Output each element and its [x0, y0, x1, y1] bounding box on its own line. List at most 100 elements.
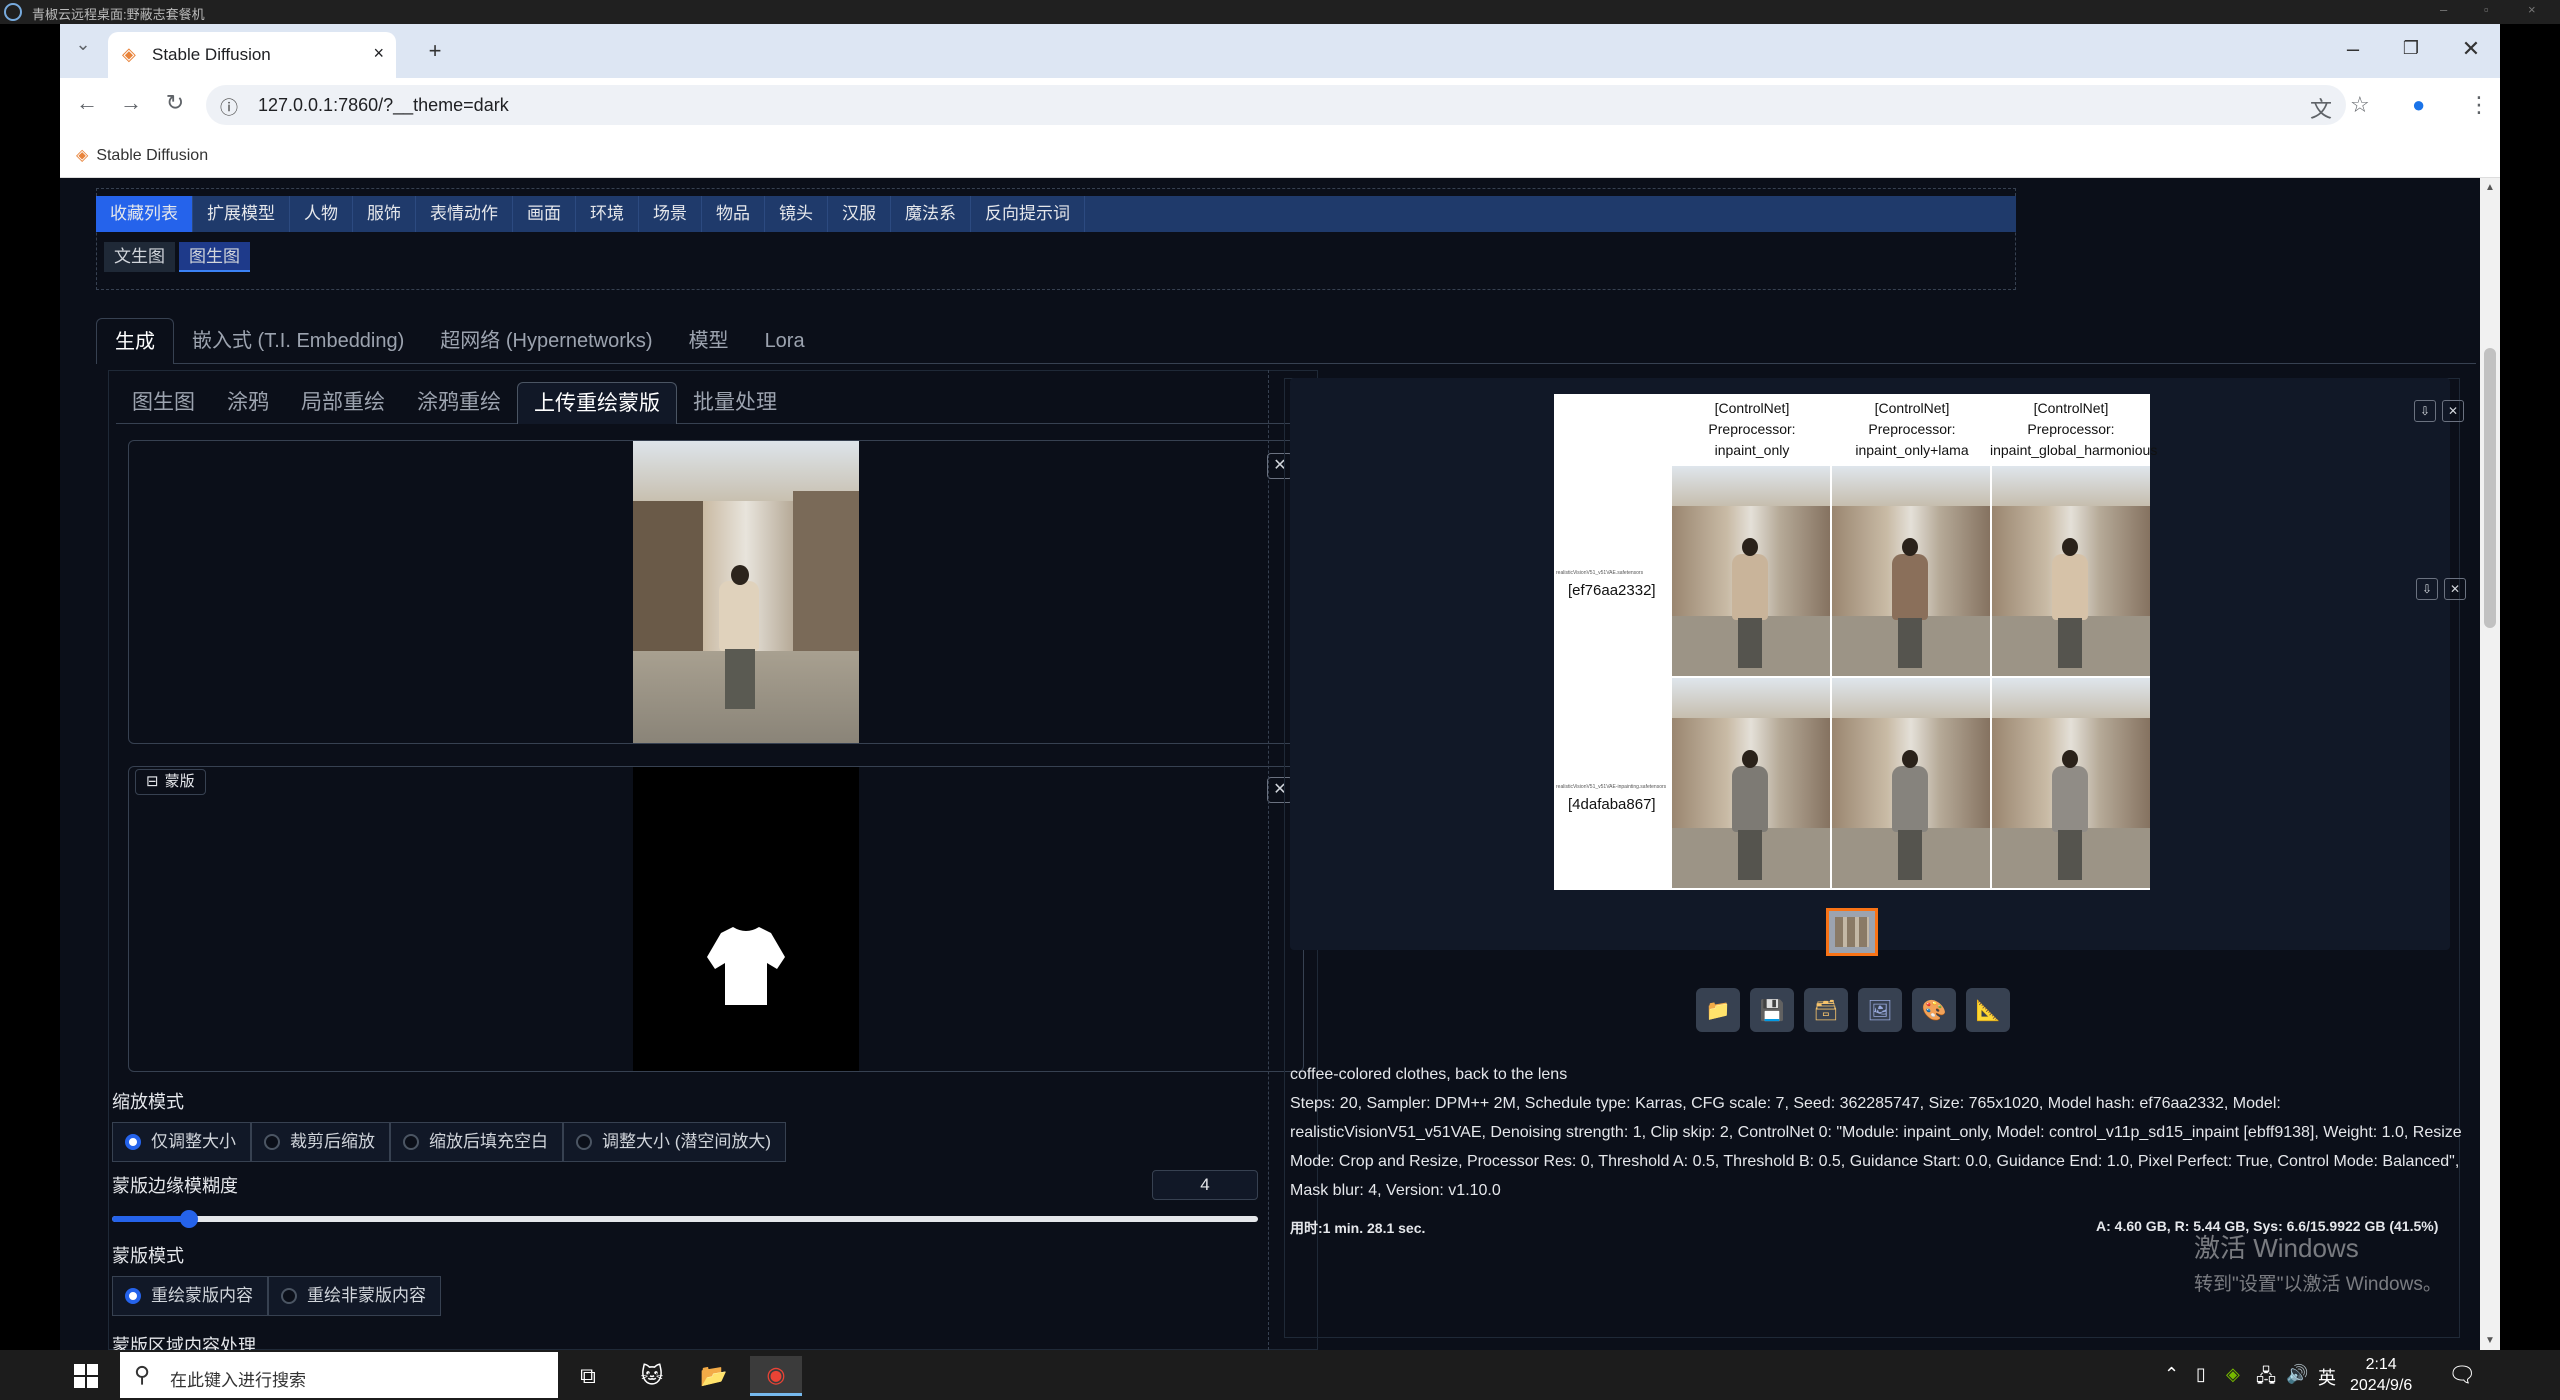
- mask-mode-option[interactable]: 重绘非蒙版内容: [268, 1276, 441, 1316]
- rd-restore-icon[interactable]: ▫: [2484, 2, 2489, 17]
- send-to-extras-icon[interactable]: 📐: [1966, 988, 2010, 1032]
- network-icon[interactable]: 🖧: [2256, 1364, 2276, 1394]
- tab-img2img[interactable]: 图生图: [116, 382, 211, 424]
- mask-blur-slider-handle[interactable]: [180, 1210, 198, 1228]
- source-image-dropzone[interactable]: ✕: [128, 440, 1304, 744]
- fav-tab[interactable]: 服饰: [353, 196, 416, 232]
- gallery-download-icon[interactable]: ⇩: [2414, 400, 2436, 422]
- tab-inpaint[interactable]: 局部重绘: [285, 382, 401, 424]
- file-explorer-icon[interactable]: 📂: [688, 1356, 740, 1396]
- site-info-icon[interactable]: ⓘ: [220, 94, 238, 120]
- tab-inpaint-sketch[interactable]: 涂鸦重绘: [401, 382, 517, 424]
- tab-checkpoints[interactable]: 模型: [671, 318, 747, 364]
- mask-blur-slider-fill: [112, 1216, 188, 1222]
- resize-option[interactable]: 缩放后填充空白: [390, 1122, 563, 1162]
- fav-tab[interactable]: 画面: [513, 196, 576, 232]
- tab-batch[interactable]: 批量处理: [677, 382, 793, 424]
- page-scrollbar[interactable]: ▲ ▼: [2480, 178, 2500, 1350]
- new-tab-button[interactable]: +: [420, 38, 450, 64]
- save-icon[interactable]: 💾: [1750, 988, 1794, 1032]
- scroll-down-icon[interactable]: ▼: [2485, 1335, 2495, 1346]
- fav-tab[interactable]: 魔法系: [891, 196, 971, 232]
- fav-tab[interactable]: 环境: [576, 196, 639, 232]
- fav-tab[interactable]: 物品: [702, 196, 765, 232]
- fav-tab[interactable]: 表情动作: [416, 196, 513, 232]
- app-pet-icon[interactable]: 🐱: [626, 1356, 678, 1396]
- gallery-close-icon[interactable]: ✕: [2442, 400, 2464, 422]
- browser-tab-strip: ⌄ ◈ Stable Diffusion × + – ❐ ✕: [60, 24, 2500, 78]
- tab-hypernetworks[interactable]: 超网络 (Hypernetworks): [422, 318, 670, 364]
- download-icon[interactable]: ⇩: [2416, 578, 2438, 600]
- mask-dropzone[interactable]: ⊟ 蒙版 ✕: [128, 766, 1304, 1072]
- translate-icon[interactable]: 文: [2310, 92, 2332, 124]
- browser-tab[interactable]: ◈ Stable Diffusion ×: [108, 32, 396, 78]
- resize-option[interactable]: 裁剪后缩放: [251, 1122, 390, 1162]
- windows-start-icon[interactable]: [74, 1364, 98, 1388]
- send-to-img2img-icon[interactable]: 🖼: [1858, 988, 1902, 1032]
- back-icon[interactable]: ←: [72, 90, 102, 116]
- taskbar-search[interactable]: ⚲ 在此键入进行搜索: [120, 1352, 558, 1398]
- fav-tab[interactable]: 收藏列表: [96, 196, 193, 232]
- scrollbar-thumb[interactable]: [2484, 348, 2496, 628]
- task-view-icon[interactable]: ⧉: [562, 1356, 614, 1396]
- mask-blur-slider-track[interactable]: [112, 1216, 1258, 1222]
- chrome-menu-icon[interactable]: ⋮: [2468, 92, 2490, 118]
- tab-sketch[interactable]: 涂鸦: [211, 382, 285, 424]
- resize-option[interactable]: 仅调整大小: [112, 1122, 251, 1162]
- forward-icon[interactable]: →: [116, 90, 146, 116]
- tab-embedding[interactable]: 嵌入式 (T.I. Embedding): [174, 318, 422, 364]
- close-window-icon[interactable]: ✕: [2456, 36, 2486, 62]
- taskbar-clock[interactable]: 2:14 2024/9/6: [2350, 1354, 2412, 1396]
- fav-tab[interactable]: 反向提示词: [971, 196, 1085, 232]
- resize-option[interactable]: 调整大小 (潜空间放大): [563, 1122, 787, 1162]
- tab-search-icon[interactable]: ⌄: [68, 34, 98, 55]
- folder-icon[interactable]: 📁: [1696, 988, 1740, 1032]
- gallery-thumbnail[interactable]: [1826, 908, 1878, 956]
- tab-lora[interactable]: Lora: [747, 318, 823, 364]
- mask-label-badge: ⊟ 蒙版: [135, 769, 206, 795]
- grid-row-tiny-label: realisticVisionV51_v51VAE.safetensors: [1556, 570, 1644, 576]
- caption-prompt: coffee-colored clothes, back to the lens: [1290, 1066, 1568, 1083]
- volume-icon[interactable]: 🔊: [2286, 1364, 2308, 1385]
- subtab-img2img[interactable]: 图生图: [179, 242, 250, 272]
- nvidia-icon[interactable]: ◈: [2226, 1364, 2240, 1385]
- img2img-mode-tabs: 图生图 涂鸦 局部重绘 涂鸦重绘 上传重绘蒙版 批量处理: [116, 382, 1316, 424]
- bookmark-stable-diffusion[interactable]: ◈ Stable Diffusion: [76, 145, 208, 165]
- url-text[interactable]: 127.0.0.1:7860/?__theme=dark: [258, 95, 509, 116]
- fav-tab[interactable]: 汉服: [828, 196, 891, 232]
- mask-blur-number-input[interactable]: 4: [1152, 1170, 1258, 1200]
- grid-row-label: [4dafaba867]: [1568, 796, 1656, 813]
- scroll-up-icon[interactable]: ▲: [2485, 182, 2495, 193]
- ime-indicator[interactable]: 英: [2318, 1364, 2336, 1390]
- fav-tab[interactable]: 扩展模型: [193, 196, 290, 232]
- watermark-line2: 转到"设置"以激活 Windows。: [2194, 1274, 2442, 1295]
- grid-cell-image: [1832, 678, 1990, 888]
- reload-icon[interactable]: ↻: [160, 90, 190, 116]
- fav-tab[interactable]: 人物: [290, 196, 353, 232]
- watermark-line1: 激活 Windows: [2194, 1233, 2359, 1263]
- send-to-inpaint-icon[interactable]: 🎨: [1912, 988, 1956, 1032]
- tab-inpaint-upload[interactable]: 上传重绘蒙版: [517, 382, 677, 424]
- rd-minimize-icon[interactable]: –: [2440, 2, 2447, 17]
- tray-overflow-icon[interactable]: ⌃: [2164, 1364, 2179, 1385]
- restore-icon[interactable]: ❐: [2396, 38, 2426, 59]
- close-gallery-icon[interactable]: ✕: [2444, 578, 2466, 600]
- close-tab-icon[interactable]: ×: [373, 43, 384, 64]
- usb-icon[interactable]: ▯: [2196, 1364, 2206, 1385]
- mask-mode-option[interactable]: 重绘蒙版内容: [112, 1276, 268, 1316]
- notification-center-icon[interactable]: 🗨: [2448, 1362, 2476, 1388]
- rd-close-icon[interactable]: ×: [2528, 2, 2536, 17]
- resize-option-label: 缩放后填充空白: [429, 1132, 548, 1151]
- subtab-txt2img[interactable]: 文生图: [104, 242, 175, 272]
- minimize-icon[interactable]: –: [2338, 36, 2368, 62]
- zip-icon[interactable]: 🗃: [1804, 988, 1848, 1032]
- tab-generate[interactable]: 生成: [96, 318, 174, 364]
- fav-tab[interactable]: 场景: [639, 196, 702, 232]
- chrome-taskbar-icon[interactable]: ◉: [750, 1356, 802, 1396]
- address-bar[interactable]: ⓘ 127.0.0.1:7860/?__theme=dark: [206, 85, 2346, 125]
- thumbnail-preview: [1835, 917, 1869, 947]
- fav-tab[interactable]: 镜头: [765, 196, 828, 232]
- bookmark-star-icon[interactable]: ☆: [2350, 92, 2370, 118]
- xyz-grid-image[interactable]: [ControlNet] Preprocessor: inpaint_only …: [1554, 394, 2157, 890]
- profile-avatar-icon[interactable]: ●: [2412, 92, 2425, 118]
